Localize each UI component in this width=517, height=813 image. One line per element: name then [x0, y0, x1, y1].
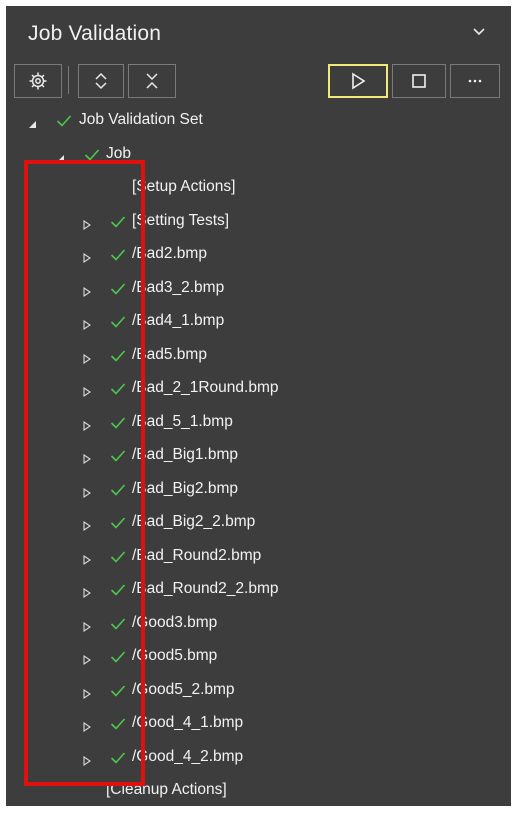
tree-item-label: /Bad_Round2_2.bmp: [132, 580, 279, 597]
tree-item-label: /Bad_Big1.bmp: [132, 446, 238, 463]
toolbar-separator: [68, 66, 69, 94]
settings-button[interactable]: [14, 64, 62, 98]
checkmark-icon: [110, 449, 126, 468]
tree-node-test-item[interactable]: /Bad_Round2.bmp: [6, 540, 511, 574]
tree-item-label: /Bad_Big2.bmp: [132, 479, 238, 497]
tree-item-label: /Bad3_2.bmp: [132, 278, 225, 296]
ellipsis-icon: [467, 78, 483, 84]
tree-node-test-item[interactable]: /Good_4_1.bmp: [6, 707, 511, 741]
tree-item-label: /Bad_5_1.bmp: [132, 412, 233, 430]
checkmark-icon: [110, 516, 126, 535]
tree-item-label: /Bad_2_1Round.bmp: [132, 379, 279, 396]
tree-label-cleanup: [Cleanup Actions]: [106, 781, 227, 798]
collapsed-triangle-icon[interactable]: [83, 753, 91, 771]
chevron-down-icon[interactable]: [471, 24, 487, 40]
collapsed-triangle-icon[interactable]: [83, 384, 91, 402]
tree-node-test-item[interactable]: /Good3.bmp: [6, 607, 511, 641]
checkmark-icon: [110, 650, 126, 669]
tree-node-test-item[interactable]: /Bad_Big2_2.bmp: [6, 506, 511, 540]
tree-node-test-item[interactable]: /Bad_Round2_2.bmp: [6, 573, 511, 607]
checkmark-icon: [110, 215, 126, 234]
collapsed-triangle-icon[interactable]: [83, 552, 91, 570]
tree-node-test-item[interactable]: /Good_4_2.bmp: [6, 741, 511, 775]
collapsed-triangle-icon[interactable]: [83, 284, 91, 302]
tree-node-test-item[interactable]: /Bad2.bmp: [6, 238, 511, 272]
tree-node-test-item[interactable]: /Bad3_2.bmp: [6, 272, 511, 306]
checkmark-icon: [110, 349, 126, 368]
tree-node-test-item[interactable]: /Bad_Big1.bmp: [6, 439, 511, 473]
collapsed-triangle-icon[interactable]: [83, 686, 91, 704]
tree-item-label: [Setting Tests]: [132, 211, 230, 229]
checkmark-icon: [110, 315, 126, 334]
expanded-triangle-icon[interactable]: [28, 116, 37, 134]
collapsed-triangle-icon[interactable]: [83, 652, 91, 670]
checkmark-icon: [110, 684, 126, 703]
tree-item-label: /Bad_Big2_2.bmp: [132, 513, 256, 530]
tree-node-test-item[interactable]: /Good5.bmp: [6, 640, 511, 674]
collapse-icon: [144, 71, 160, 91]
stop-button[interactable]: [392, 64, 446, 98]
tree-node-root[interactable]: Job Validation Set: [6, 104, 511, 138]
checkmark-icon: [56, 114, 72, 133]
gear-icon: [28, 71, 48, 91]
tree-item-label: /Bad4_1.bmp: [132, 312, 225, 329]
tree-item-label: /Good5.bmp: [132, 647, 218, 664]
checkmark-icon: [110, 483, 126, 502]
collapsed-triangle-icon[interactable]: [83, 317, 91, 335]
tree-node-test-item[interactable]: /Bad5.bmp: [6, 339, 511, 373]
tree-item-label: /Good_4_1.bmp: [132, 714, 244, 731]
tree-item-label: /Bad2.bmp: [132, 245, 207, 262]
play-icon: [350, 72, 366, 90]
tree-node-test-item[interactable]: /Bad_2_1Round.bmp: [6, 372, 511, 406]
collapsed-triangle-icon[interactable]: [83, 217, 91, 235]
tree-node-cleanup-actions[interactable]: [Cleanup Actions]: [6, 774, 511, 806]
tree-item-label: /Good_4_2.bmp: [132, 747, 244, 765]
run-button[interactable]: [328, 64, 388, 98]
checkmark-icon: [84, 148, 100, 167]
tree-item-label: /Good3.bmp: [132, 613, 218, 631]
checkmark-icon: [110, 382, 126, 401]
tree-node-test-item[interactable]: /Good5_2.bmp: [6, 674, 511, 708]
checkmark-icon: [110, 751, 126, 770]
collapsed-triangle-icon[interactable]: [83, 451, 91, 469]
collapsed-triangle-icon[interactable]: [83, 585, 91, 603]
expand-icon: [93, 71, 109, 91]
collapsed-triangle-icon[interactable]: [83, 351, 91, 369]
checkmark-icon: [110, 416, 126, 435]
tree-label-job: Job: [106, 144, 131, 162]
collapse-all-button[interactable]: [128, 64, 176, 98]
checkmark-icon: [110, 717, 126, 736]
expanded-triangle-icon[interactable]: [56, 150, 65, 168]
checkmark-icon: [110, 248, 126, 267]
collapsed-triangle-icon[interactable]: [83, 250, 91, 268]
tree-label-root: Job Validation Set: [79, 111, 203, 128]
checkmark-icon: [110, 583, 126, 602]
panel-title: Job Validation: [28, 22, 162, 45]
expand-all-button[interactable]: [78, 64, 124, 98]
collapsed-triangle-icon[interactable]: [83, 418, 91, 436]
tree-node-setup-actions[interactable]: [Setup Actions]: [6, 171, 511, 205]
toolbar: [6, 62, 511, 100]
collapsed-triangle-icon[interactable]: [83, 619, 91, 637]
collapsed-triangle-icon[interactable]: [83, 485, 91, 503]
job-validation-panel: Job Validation Job Validation Set Job [S…: [6, 6, 511, 806]
tree-label-setup: [Setup Actions]: [132, 178, 236, 195]
collapsed-triangle-icon[interactable]: [83, 518, 91, 536]
tree-item-label: /Bad_Round2.bmp: [132, 546, 262, 564]
more-options-button[interactable]: [450, 64, 500, 98]
tree-node-test-item[interactable]: /Bad4_1.bmp: [6, 305, 511, 339]
stop-icon: [411, 73, 427, 89]
collapsed-triangle-icon[interactable]: [83, 719, 91, 737]
tree-node-test-item[interactable]: /Bad_Big2.bmp: [6, 473, 511, 507]
checkmark-icon: [110, 617, 126, 636]
panel-header: Job Validation: [6, 6, 511, 62]
tree-node-job[interactable]: Job: [6, 138, 511, 172]
checkmark-icon: [110, 550, 126, 569]
tree-node-test-item[interactable]: [Setting Tests]: [6, 205, 511, 239]
tree-item-label: /Bad5.bmp: [132, 345, 207, 363]
tree-item-label: /Good5_2.bmp: [132, 680, 235, 698]
checkmark-icon: [110, 282, 126, 301]
tree-node-test-item[interactable]: /Bad_5_1.bmp: [6, 406, 511, 440]
